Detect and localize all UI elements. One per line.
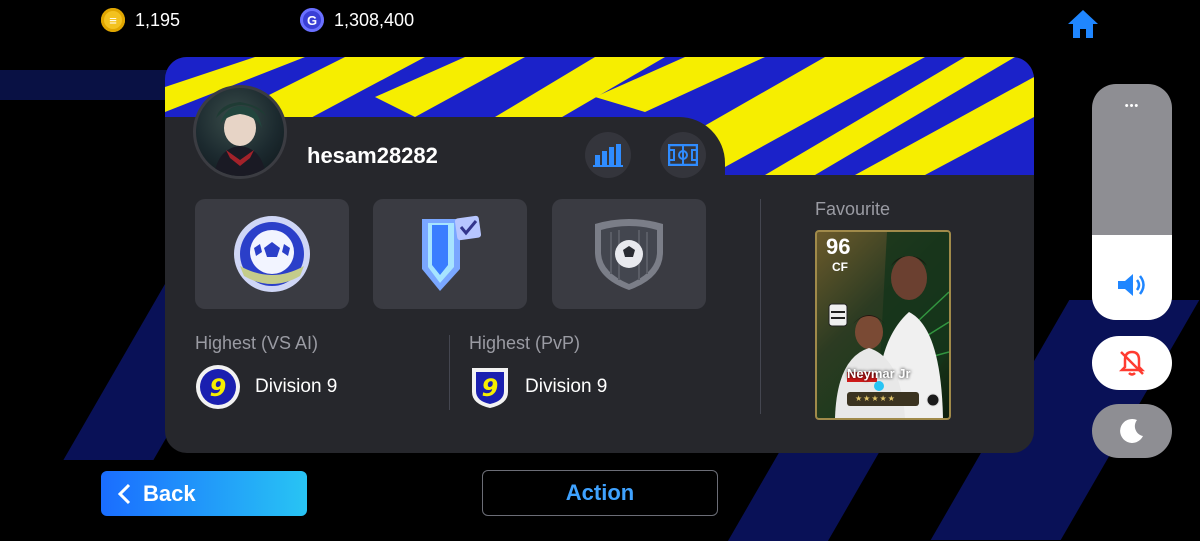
vs-ai-division: 9 Division 9 [195,364,337,410]
volume-slider[interactable]: ••• [1092,84,1172,320]
gp-amount: 1,308,400 [334,9,415,30]
player-name: Neymar Jr [847,366,911,381]
home-icon[interactable] [1066,8,1100,40]
club-crest-icon [595,219,663,290]
player-stars: ★★★★★ [855,394,896,403]
back-button-label: Back [143,480,196,506]
division-badge-icon: 9 [196,365,240,409]
mute-toggle[interactable] [1092,336,1172,390]
chevron-left-icon [117,483,131,504]
highest-pvp-label: Highest (PvP) [469,333,581,353]
more-indicator: ••• [1124,100,1140,112]
pvp-division-text: Division 9 [525,376,608,397]
username: hesam28282 [307,143,438,168]
coin-icon: ≡ [101,8,125,32]
football-medal-icon [234,216,310,292]
pitch-button[interactable] [660,132,706,178]
pitch-icon [668,144,698,166]
gp-display: G 1,308,400 [300,8,414,32]
stats-button[interactable] [585,132,631,178]
avatar-icon [214,102,266,176]
divider [449,335,450,410]
moon-icon [1120,418,1143,443]
gp-icon: G [300,8,324,32]
bar-chart-icon [593,144,623,167]
favourite-label: Favourite [815,199,891,219]
achievement-tile-badge[interactable] [373,199,527,309]
achievement-tile-ball[interactable] [195,199,349,309]
achievement-tile-crest[interactable] [552,199,706,309]
background-stripe [0,70,170,100]
dark-mode-toggle[interactable] [1092,404,1172,458]
coins-display: ≡ 1,195 [101,8,180,32]
speaker-icon [1118,274,1145,296]
profile-card: hesam28282 Highest (VS AI) 9 Division 9 … [165,57,1034,453]
checked-shield-icon [422,215,482,291]
pvp-division: 9 Division 9 [469,364,607,410]
coins-amount: 1,195 [135,9,181,30]
player-position: CF [832,260,848,274]
svg-text:9: 9 [210,374,227,402]
player-rating: 96 [826,234,851,259]
action-button[interactable]: Action [482,470,718,516]
favourite-player-card[interactable]: 96 CF Neymar Jr ★★★★★ [815,230,951,420]
highest-vs-ai-label: Highest (VS AI) [195,333,319,353]
divider [760,199,761,414]
back-button[interactable]: Back [101,471,307,516]
bell-slash-icon [1118,350,1146,376]
vs-ai-division-text: Division 9 [255,376,338,397]
division-shield-icon: 9 [472,368,508,408]
avatar[interactable] [193,85,287,179]
action-button-label: Action [565,480,635,505]
svg-text:9: 9 [482,374,499,402]
